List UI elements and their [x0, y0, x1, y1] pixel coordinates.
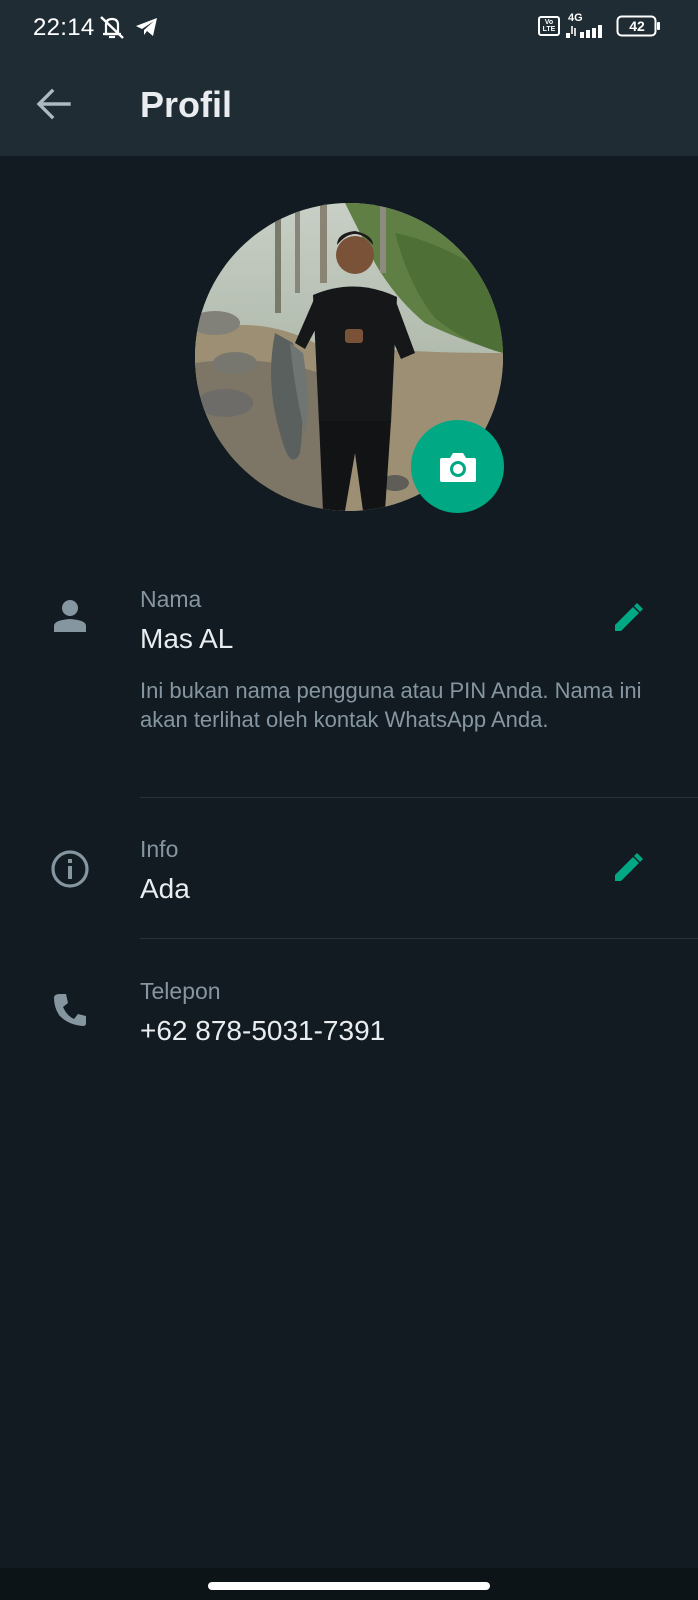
page-title: Profil — [140, 84, 233, 125]
divider — [140, 938, 698, 939]
divider — [140, 797, 698, 798]
status-time: 22:14 — [33, 14, 95, 41]
name-helper-text: Ini bukan nama pengguna atau PIN Anda. N… — [140, 678, 642, 732]
network-type: 4G — [568, 12, 583, 24]
home-indicator[interactable] — [208, 1582, 490, 1590]
muted-notification-icon — [100, 16, 124, 39]
status-bar: 22:14 Vo LTE 4G 42 — [0, 0, 698, 54]
volte-icon: Vo LTE — [538, 16, 560, 36]
person-icon — [44, 590, 96, 642]
edit-name-button[interactable] — [606, 596, 650, 640]
pencil-icon — [615, 853, 643, 881]
phone-icon — [44, 984, 96, 1036]
name-label: Nama — [140, 586, 202, 612]
back-button[interactable] — [30, 80, 78, 128]
info-icon — [44, 843, 96, 895]
edit-info-button[interactable] — [606, 846, 650, 890]
telegram-icon — [136, 18, 157, 36]
info-label: Info — [140, 836, 179, 862]
phone-value[interactable]: +62 878-5031-7391 — [140, 1015, 385, 1047]
pencil-icon — [615, 603, 643, 631]
change-photo-button[interactable] — [411, 420, 504, 513]
battery-level: 42 — [629, 18, 645, 34]
info-value[interactable]: Ada — [140, 873, 190, 905]
arrow-left-icon — [36, 88, 71, 120]
phone-label: Telepon — [140, 978, 221, 1004]
app-bar: Profil — [0, 54, 698, 156]
name-value[interactable]: Mas AL — [140, 623, 233, 655]
signal-icon — [566, 25, 602, 38]
camera-icon — [439, 452, 476, 482]
